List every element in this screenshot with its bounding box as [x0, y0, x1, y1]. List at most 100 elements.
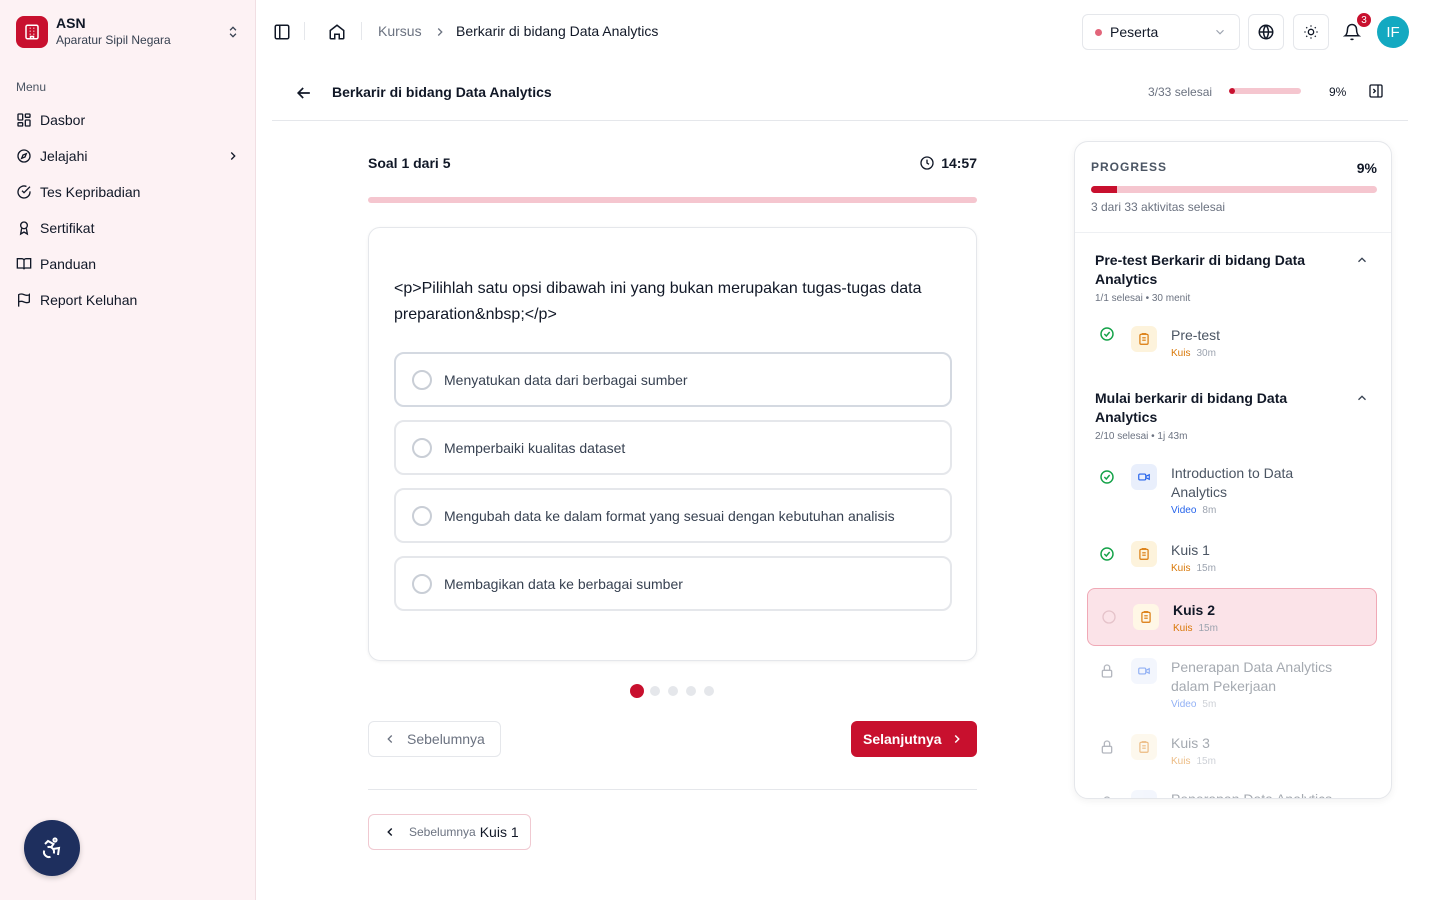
circle-icon	[1101, 609, 1117, 625]
module-done: 1/1 selesai	[1095, 293, 1143, 304]
lesson-name: Pre-test	[1171, 327, 1221, 343]
avatar[interactable]: IF	[1377, 16, 1409, 48]
chevron-right-icon	[942, 732, 964, 746]
module-done: 2/10 selesai	[1095, 431, 1149, 442]
clipboard-icon	[1131, 326, 1157, 352]
award-icon	[16, 220, 32, 236]
lesson-type: Kuis	[1171, 563, 1191, 574]
sidebar-item-dasbor[interactable]: Dasbor	[8, 102, 248, 138]
question-card: <p>Pilihlah satu opsi dibawah ini yang b…	[368, 227, 977, 661]
next-question-button[interactable]: Selanjutnya	[851, 721, 977, 757]
quiz-progress-bar	[368, 197, 977, 203]
video-icon	[1131, 658, 1157, 684]
collapse-section-button[interactable]	[1355, 391, 1369, 405]
divider	[304, 22, 305, 40]
answer-option[interactable]: Mengubah data ke dalam format yang sesua…	[394, 488, 952, 543]
sidebar-item-panduan[interactable]: Panduan	[8, 246, 248, 282]
module-section: Pre-test Berkarir di bidang Data Analyti…	[1095, 251, 1375, 304]
brand-subtitle: Aparatur Sipil Negara	[56, 33, 171, 47]
video-icon	[1131, 464, 1157, 490]
role-select-value: Peserta	[1110, 24, 1159, 40]
quiz-header: Soal 1 dari 5 14:57	[368, 155, 977, 175]
lesson-item[interactable]: Kuis 1 Kuis 15m	[1087, 541, 1377, 574]
lesson-item-locked[interactable]: Kuis 3 Kuis 15m	[1087, 734, 1377, 767]
sidebar-item-jelajahi[interactable]: Jelajahi	[8, 138, 248, 174]
lesson-name: Introduction to Data Analytics	[1171, 465, 1294, 500]
pagination-dot[interactable]	[668, 686, 678, 696]
lesson-item-current[interactable]: Kuis 2 Kuis 15m	[1087, 588, 1377, 646]
lesson-duration: 15m	[1196, 756, 1216, 767]
radio-button[interactable]	[412, 505, 432, 526]
notification-badge: 3	[1356, 12, 1372, 28]
quiz-timer: 14:57	[919, 155, 977, 171]
building-icon	[16, 15, 48, 48]
role-select[interactable]: Peserta	[1082, 14, 1240, 50]
menu-label: Menu	[16, 80, 47, 94]
brand-name: ASN	[56, 15, 86, 31]
course-header: Berkarir di bidang Data Analytics 3/33 s…	[272, 64, 1408, 121]
sidebar-item-sertifikat[interactable]: Sertifikat	[8, 210, 248, 246]
sidebar: ASN Aparatur Sipil Negara Menu Dasbor Je…	[0, 0, 256, 900]
answer-option[interactable]: Membagikan data ke berbagai sumber	[394, 556, 952, 611]
panel-toggle-button[interactable]	[1368, 83, 1386, 101]
sidebar-item-tes-kepribadian[interactable]: Tes Kepribadian	[8, 174, 248, 210]
progress-percent: 9%	[1356, 160, 1377, 176]
language-button[interactable]	[1248, 14, 1284, 50]
flag-icon	[16, 292, 32, 308]
chevrons-up-down-icon	[226, 25, 240, 39]
back-button[interactable]	[294, 83, 314, 103]
lesson-item[interactable]: Pre-test Kuis 30m	[1087, 326, 1377, 359]
previous-label: Sebelumnya	[407, 731, 485, 747]
lesson-name: Penerapan Data Analytics	[1171, 791, 1333, 799]
progress-summary: 3 dari 33 aktivitas selesai	[1091, 200, 1226, 214]
pagination-dot[interactable]	[704, 686, 714, 696]
module-meta: 1/1 selesai • 30 menit	[1095, 293, 1375, 304]
previous-lesson-button[interactable]: Sebelumnya Kuis 1	[368, 814, 531, 850]
panel-progress-bar	[1091, 186, 1377, 193]
chevron-left-icon	[383, 825, 409, 839]
book-open-icon	[16, 256, 32, 272]
sidebar-item-label: Report Keluhan	[40, 292, 138, 308]
pagination-dot[interactable]	[686, 686, 696, 696]
course-progress-fill	[1229, 88, 1236, 94]
chevron-up-icon	[1355, 391, 1369, 405]
video-icon	[1131, 790, 1157, 798]
home-button[interactable]	[325, 20, 349, 44]
lesson-duration: 15m	[1196, 563, 1216, 574]
collapse-section-button[interactable]	[1355, 253, 1369, 267]
lesson-item[interactable]: Introduction to Data Analytics Video 8m	[1087, 464, 1377, 516]
pagination-dot[interactable]	[630, 684, 644, 698]
sidebar-item-report-keluhan[interactable]: Report Keluhan	[8, 282, 248, 318]
lesson-name: Kuis 1	[1171, 542, 1210, 558]
question-text: <p>Pilihlah satu opsi dibawah ini yang b…	[394, 280, 922, 323]
previous-question-button[interactable]: Sebelumnya	[368, 721, 501, 757]
previous-lesson-name: Kuis 1	[479, 824, 519, 840]
lesson-duration: 5m	[1202, 699, 1217, 710]
next-label: Selanjutnya	[863, 731, 942, 747]
sidebar-toggle-button[interactable]	[270, 20, 294, 44]
radio-button[interactable]	[412, 369, 432, 390]
pagination-dot[interactable]	[650, 686, 660, 696]
breadcrumb-current: Berkarir di bidang Data Analytics	[456, 23, 659, 39]
accessibility-button[interactable]	[24, 820, 80, 876]
radio-button[interactable]	[412, 573, 432, 594]
module-title: Mulai berkarir di bidang Data Analytics	[1095, 390, 1288, 425]
sidebar-nav: Dasbor Jelajahi Tes Kepribadian Sertifik…	[8, 102, 248, 318]
lesson-duration: 30m	[1196, 348, 1216, 359]
answer-option[interactable]: Memperbaiki kualitas dataset	[394, 420, 952, 475]
clipboard-icon	[1133, 604, 1159, 630]
timer-value: 14:57	[941, 155, 977, 171]
answer-option[interactable]: Menyatukan data dari berbagai sumber	[394, 352, 952, 407]
lesson-duration: 15m	[1198, 622, 1218, 634]
globe-icon	[1257, 23, 1275, 41]
lock-icon	[1099, 795, 1115, 798]
radio-button[interactable]	[412, 437, 432, 458]
breadcrumb-kursus[interactable]: Kursus	[378, 23, 422, 39]
lesson-item-locked[interactable]: Penerapan Data Analytics dalam Pekerjaan…	[1087, 658, 1377, 710]
arrow-left-icon	[294, 83, 314, 103]
lesson-item-locked[interactable]: Penerapan Data Analytics	[1087, 790, 1377, 799]
brand-switcher[interactable]: ASN Aparatur Sipil Negara	[16, 15, 240, 48]
course-title: Berkarir di bidang Data Analytics	[332, 84, 552, 100]
theme-toggle-button[interactable]	[1293, 14, 1329, 50]
chevron-down-icon	[1213, 25, 1227, 39]
